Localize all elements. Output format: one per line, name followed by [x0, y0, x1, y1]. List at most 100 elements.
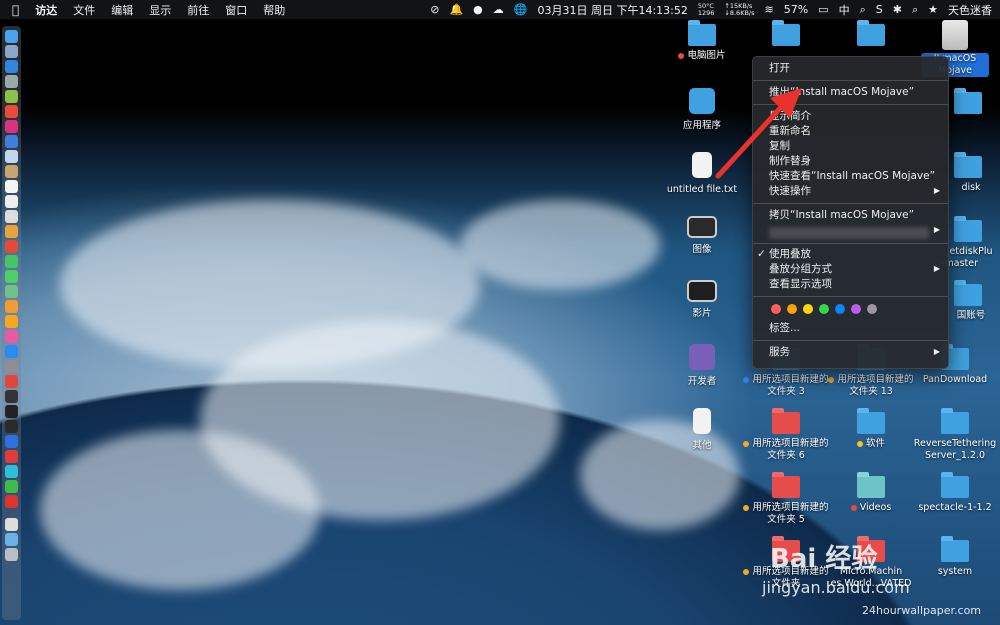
- menu-go[interactable]: 前往: [179, 2, 217, 18]
- desktop-item[interactable]: 用所选项目新建的文件夹 5: [741, 472, 831, 526]
- itunes-icon[interactable]: [5, 330, 18, 343]
- desktop-item[interactable]: spectacle-1-1.2: [910, 472, 1000, 514]
- battery-percent[interactable]: 57%: [779, 3, 813, 16]
- menu-item-tags[interactable]: 标签...: [769, 321, 940, 335]
- vpn-icon[interactable]: ⊘: [425, 3, 444, 16]
- desktop-item[interactable]: [741, 20, 831, 50]
- rocket-icon[interactable]: [5, 75, 18, 88]
- console-icon[interactable]: [5, 420, 18, 433]
- calendar-icon[interactable]: [5, 180, 18, 193]
- app-store-icon[interactable]: [5, 345, 18, 358]
- desktop-item[interactable]: 其他: [657, 408, 747, 452]
- input-method[interactable]: 中: [834, 2, 855, 18]
- charts-icon[interactable]: [5, 300, 18, 313]
- cloud-shape: [460, 200, 660, 290]
- trash-icon[interactable]: [5, 548, 18, 561]
- menu-edit[interactable]: 编辑: [103, 2, 141, 18]
- preview-icon[interactable]: [5, 150, 18, 163]
- menu-item-copy[interactable]: 拷贝“Install macOS Mojave”: [769, 208, 940, 222]
- clock-datetime[interactable]: 03月31日 周日 下午14:13:52: [532, 2, 692, 18]
- desktop-item[interactable]: 图像: [657, 216, 747, 256]
- menu-item-group-stacks-by[interactable]: 叠放分组方式 ▶: [769, 262, 940, 276]
- star-icon[interactable]: ★: [923, 3, 943, 16]
- tag-purple[interactable]: [851, 304, 861, 314]
- item-label: 软件: [865, 438, 885, 449]
- tag-orange[interactable]: [787, 304, 797, 314]
- item-label: 开发者: [687, 376, 717, 387]
- desktop-item[interactable]: [826, 20, 916, 50]
- app-pink-icon[interactable]: [5, 120, 18, 133]
- notes-icon[interactable]: [5, 165, 18, 178]
- globe-icon[interactable]: 🌐: [509, 3, 533, 16]
- search-icon[interactable]: ⌕: [855, 3, 871, 17]
- desktop-item[interactable]: Videos: [826, 472, 916, 514]
- wechat-icon[interactable]: ●: [468, 3, 488, 16]
- folder-icon: [941, 472, 969, 498]
- spotlight-icon[interactable]: ⌕: [907, 3, 923, 17]
- app-blue-icon[interactable]: [5, 135, 18, 148]
- folder-icon: [772, 472, 800, 498]
- vpn-app-icon[interactable]: [5, 435, 18, 448]
- menu-item-label: 服务: [769, 346, 790, 358]
- s-app-icon[interactable]: S: [871, 3, 888, 16]
- messages-icon[interactable]: [5, 270, 18, 283]
- folder-stack-icon[interactable]: [5, 533, 18, 546]
- desktop-item[interactable]: 电脑图片: [657, 20, 747, 62]
- battery-icon[interactable]: ▭: [813, 3, 833, 16]
- annotation-arrow: [715, 88, 802, 179]
- user-name[interactable]: 天色迷香: [943, 2, 1000, 18]
- wechat-dock-icon[interactable]: [5, 480, 18, 493]
- safari-icon[interactable]: [5, 60, 18, 73]
- baidu-url-watermark: jingyan.baidu.com: [762, 578, 910, 597]
- tag-green[interactable]: [819, 304, 829, 314]
- network-stats[interactable]: ↑15KB/s ↓8.6KB/s: [719, 2, 759, 17]
- yandex-icon[interactable]: [5, 450, 18, 463]
- cpu-stats[interactable]: 50°C 1296: [693, 2, 720, 17]
- wifi-icon[interactable]: ≋: [760, 3, 779, 16]
- launchpad-icon[interactable]: [5, 45, 18, 58]
- app-cyan-icon[interactable]: [5, 465, 18, 478]
- notification-bell-icon[interactable]: 🔔: [444, 3, 468, 16]
- menu-item-open[interactable]: 打开: [769, 61, 940, 75]
- desktop-item[interactable]: 影片: [657, 280, 747, 320]
- menu-finder[interactable]: 访达: [27, 2, 65, 18]
- tag-red[interactable]: [771, 304, 781, 314]
- menu-item-use-stacks[interactable]: ✓ 使用叠放: [757, 247, 940, 261]
- finder-icon[interactable]: [5, 30, 18, 43]
- tag-gray[interactable]: [867, 304, 877, 314]
- android-icon[interactable]: [5, 90, 18, 103]
- desktop-item[interactable]: 开发者: [657, 344, 747, 388]
- photos-icon[interactable]: [5, 225, 18, 238]
- maps-icon[interactable]: [5, 285, 18, 298]
- menu-window[interactable]: 窗口: [217, 2, 255, 18]
- wallpaper-watermark: 24hourwallpaper.com: [862, 604, 982, 617]
- chrome-icon[interactable]: [5, 240, 18, 253]
- tag-blue[interactable]: [835, 304, 845, 314]
- tag-yellow[interactable]: [803, 304, 813, 314]
- tag-dot: [828, 376, 835, 383]
- bluetooth-icon[interactable]: ✱: [888, 3, 907, 16]
- desktop-item[interactable]: 用所选项目新建的文件夹 6: [741, 408, 831, 462]
- books-icon[interactable]: [5, 315, 18, 328]
- desktop-item[interactable]: 软件: [826, 408, 916, 450]
- menu-file[interactable]: 文件: [65, 2, 103, 18]
- apple-icon[interactable]: : [0, 3, 27, 17]
- system-preferences-icon[interactable]: [5, 360, 18, 373]
- menu-item-show-view-options[interactable]: 查看显示选项: [769, 277, 940, 291]
- script-icon[interactable]: [5, 210, 18, 223]
- menu-view[interactable]: 显示: [141, 2, 179, 18]
- netease-icon[interactable]: [5, 495, 18, 508]
- downloads-stack-icon[interactable]: [5, 518, 18, 531]
- cloud-icon[interactable]: ☁: [488, 3, 509, 16]
- app-red-icon[interactable]: [5, 105, 18, 118]
- vivaldi-icon[interactable]: [5, 375, 18, 388]
- activity-monitor-icon[interactable]: [5, 390, 18, 403]
- terminal-icon[interactable]: [5, 405, 18, 418]
- menu-help[interactable]: 帮助: [255, 2, 293, 18]
- desktop-item[interactable]: system: [910, 536, 1000, 578]
- textedit-icon[interactable]: [5, 195, 18, 208]
- menu-item-services[interactable]: 服务 ▶: [769, 345, 940, 359]
- facetime-icon[interactable]: [5, 255, 18, 268]
- desktop-item[interactable]: ReverseTethering Server_1.2.0: [910, 408, 1000, 462]
- item-label: 影片: [692, 308, 712, 319]
